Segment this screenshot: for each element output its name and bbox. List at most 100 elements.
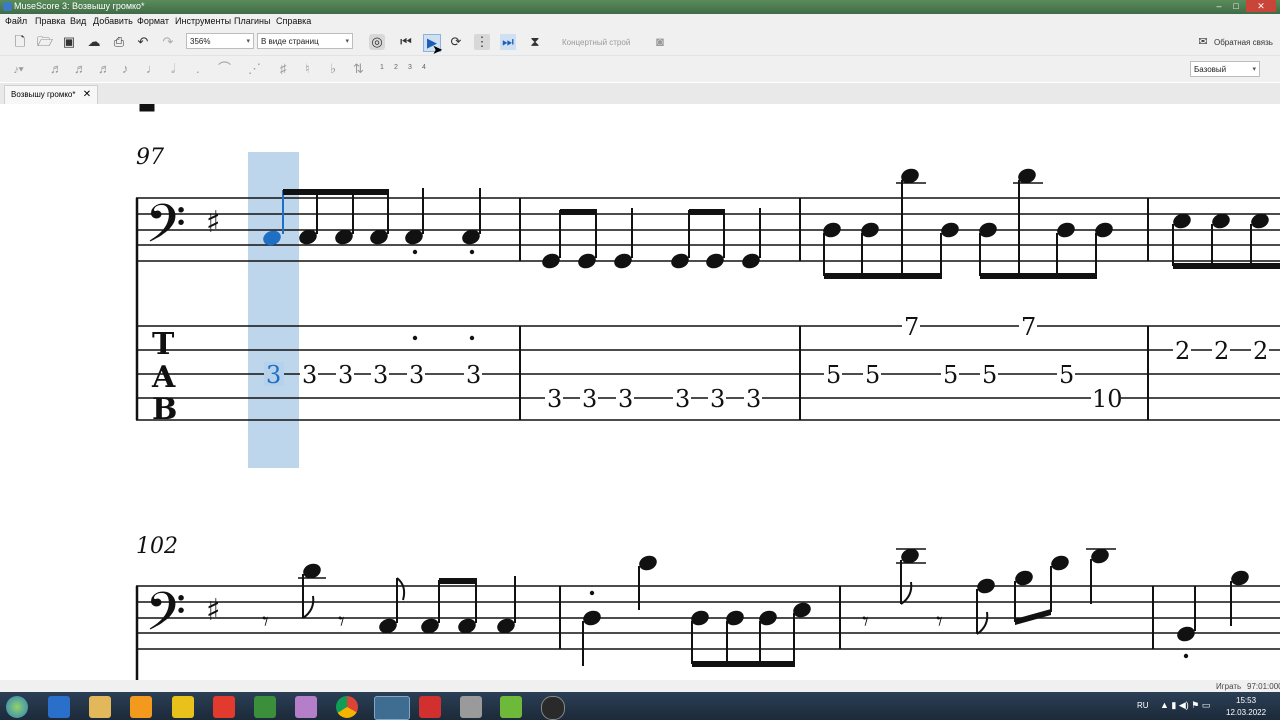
app-icon[interactable] bbox=[254, 696, 276, 718]
app-icon[interactable] bbox=[460, 696, 482, 718]
note-input-toolbar bbox=[0, 56, 1280, 82]
file-explorer-icon[interactable] bbox=[89, 696, 111, 718]
new-file-icon[interactable]: 🗋 bbox=[12, 34, 28, 50]
flat-icon[interactable]: ♭ bbox=[330, 61, 336, 77]
workspace-select[interactable]: Базовый ▾ bbox=[1190, 61, 1260, 77]
tuplet-icon[interactable]: ⋰ bbox=[248, 61, 261, 77]
concert-pitch-toggle[interactable]: Концертный строй bbox=[562, 38, 630, 47]
print-icon[interactable]: ⎙ bbox=[111, 34, 127, 50]
obs-icon[interactable] bbox=[541, 696, 565, 720]
redo-icon[interactable]: ↷ bbox=[160, 34, 176, 50]
key-signature-sharp-2: ♯ bbox=[206, 593, 221, 628]
yandex-icon[interactable] bbox=[213, 696, 235, 718]
camera-icon[interactable]: ◙ bbox=[652, 34, 668, 50]
rewind-icon[interactable]: ⏮ bbox=[398, 34, 414, 50]
view-mode-select[interactable]: В виде страниц ▾ bbox=[257, 33, 353, 49]
thirtysecond-note-icon[interactable]: ♬ bbox=[74, 61, 87, 77]
voice-1-button[interactable]: 1 bbox=[380, 64, 384, 71]
voice-3-button[interactable]: 3 bbox=[408, 64, 412, 71]
tab-score[interactable]: Возвышу громко* ✕ bbox=[4, 85, 99, 104]
chevron-down-icon: ▾ bbox=[345, 38, 349, 45]
utorrent-icon[interactable] bbox=[500, 696, 522, 718]
tab-clef-b: B bbox=[152, 392, 177, 427]
tab-fret: 2 bbox=[1253, 337, 1268, 365]
open-folder-icon[interactable]: 🗁 bbox=[37, 34, 53, 50]
tab-fret: 2 bbox=[1175, 337, 1190, 365]
feedback-link[interactable]: Обратная связь bbox=[1214, 38, 1273, 47]
play-repeats-icon[interactable]: ⏭ bbox=[500, 34, 516, 50]
clock-time[interactable]: 15:53 bbox=[1236, 696, 1256, 705]
app-icon[interactable] bbox=[295, 696, 317, 718]
tab-fret: 3 bbox=[710, 385, 725, 413]
voice-4-button[interactable]: 4 bbox=[422, 64, 426, 71]
title-bar: MuseScore 3: Возвышу громко* – □ ✕ bbox=[0, 0, 1280, 14]
status-mode: Играть bbox=[1216, 682, 1242, 691]
menu-format[interactable]: Формат bbox=[137, 16, 169, 26]
maximize-button[interactable]: □ bbox=[1229, 0, 1243, 12]
start-button-icon[interactable] bbox=[6, 696, 28, 718]
menu-help[interactable]: Справка bbox=[276, 16, 311, 26]
menu-tools[interactable]: Инструменты bbox=[175, 16, 231, 26]
language-indicator[interactable]: RU bbox=[1137, 701, 1149, 710]
tab-fret: 3 bbox=[373, 361, 388, 389]
note-input-mode-icon[interactable]: 𝆔▾ bbox=[14, 61, 24, 77]
menu-view[interactable]: Вид bbox=[70, 16, 86, 26]
tab-clef-a: A bbox=[151, 360, 176, 395]
tab-fret: 7 bbox=[1021, 313, 1036, 341]
undo-icon[interactable]: ↶ bbox=[135, 34, 151, 50]
sharp-icon[interactable]: ♯ bbox=[280, 61, 287, 77]
upload-cloud-icon[interactable]: ☁ bbox=[86, 34, 102, 50]
tab-fret: 3 bbox=[582, 385, 597, 413]
flip-direction-icon[interactable]: ⇅ bbox=[353, 61, 364, 77]
tab-fret: 3 bbox=[466, 361, 481, 389]
musescore-taskbar-icon[interactable] bbox=[374, 696, 410, 720]
menu-bar: Файл Правка Вид Добавить Формат Инструме… bbox=[0, 14, 1280, 29]
menu-file[interactable]: Файл bbox=[5, 16, 27, 26]
natural-icon[interactable]: ♮ bbox=[305, 61, 310, 77]
mail-icon[interactable]: ✉ bbox=[1195, 34, 1211, 50]
score-svg: 97 𝄢 ♯ T A B 3 3 3 3 3 3 3 3 3 3 3 3 7 7… bbox=[135, 103, 1280, 680]
tab-fret: 3 bbox=[675, 385, 690, 413]
chrome-icon[interactable] bbox=[336, 696, 358, 718]
eighth-note-icon[interactable]: ♪ bbox=[122, 61, 129, 77]
measure-99-notes bbox=[823, 168, 1113, 279]
save-icon[interactable]: ▣ bbox=[61, 34, 77, 50]
tray-icons[interactable]: ▲ ▮ ◀) ⚑ ▭ bbox=[1160, 700, 1210, 711]
metronome-icon[interactable]: ⧗ bbox=[527, 34, 543, 50]
loop-in-icon[interactable]: ⋮ bbox=[474, 34, 490, 50]
close-tab-icon[interactable]: ✕ bbox=[83, 89, 91, 100]
score-canvas[interactable]: 97 𝄢 ♯ T A B 3 3 3 3 3 3 3 3 3 3 3 3 7 7… bbox=[0, 103, 1280, 680]
internet-explorer-icon[interactable] bbox=[48, 696, 70, 718]
loop-icon[interactable]: ⟳ bbox=[448, 34, 464, 50]
midi-input-icon[interactable]: ◎ bbox=[369, 34, 385, 50]
tab-bar bbox=[0, 83, 1280, 105]
zoom-value: 356% bbox=[190, 37, 211, 46]
sixteenth-note-icon[interactable]: ♬ bbox=[98, 61, 111, 77]
close-window-button[interactable]: ✕ bbox=[1246, 0, 1276, 12]
measure-number-102: 102 bbox=[136, 534, 178, 559]
zoom-select[interactable]: 356% ▾ bbox=[186, 33, 254, 49]
menu-plugins[interactable]: Плагины bbox=[234, 16, 270, 26]
voice-2-button[interactable]: 2 bbox=[394, 64, 398, 71]
tie-icon[interactable]: ⌒ bbox=[218, 61, 231, 77]
half-note-icon[interactable]: 𝅗𝅥 bbox=[171, 61, 175, 77]
augmentation-dot-icon[interactable]: . bbox=[196, 61, 200, 77]
tab-fret: 5 bbox=[982, 361, 997, 389]
tab-fret: 3 bbox=[618, 385, 633, 413]
tab-fret: 3 bbox=[547, 385, 562, 413]
main-toolbar: 🗋 🗁 ▣ ☁ ⎙ ↶ ↷ 356% ▾ В виде страниц ▾ ◎ … bbox=[0, 29, 1280, 56]
app-icon[interactable] bbox=[172, 696, 194, 718]
sixtyfourth-note-icon[interactable]: ♬ bbox=[50, 61, 63, 77]
tab-fret: 3 bbox=[302, 361, 317, 389]
minimize-button[interactable]: – bbox=[1212, 0, 1226, 12]
tab-fret: 7 bbox=[904, 313, 919, 341]
menu-add[interactable]: Добавить bbox=[93, 16, 133, 26]
clock-date[interactable]: 12.03.2022 bbox=[1226, 708, 1266, 717]
media-player-icon[interactable] bbox=[130, 696, 152, 718]
menu-edit[interactable]: Правка bbox=[35, 16, 65, 26]
bass-clef-2: 𝄢 bbox=[145, 582, 186, 656]
yandex-browser-icon[interactable] bbox=[419, 696, 441, 718]
svg-text:𝄾: 𝄾 bbox=[262, 607, 269, 637]
quarter-note-icon[interactable]: ♩ bbox=[146, 61, 159, 77]
tab-fret-selected: 3 bbox=[266, 361, 281, 389]
